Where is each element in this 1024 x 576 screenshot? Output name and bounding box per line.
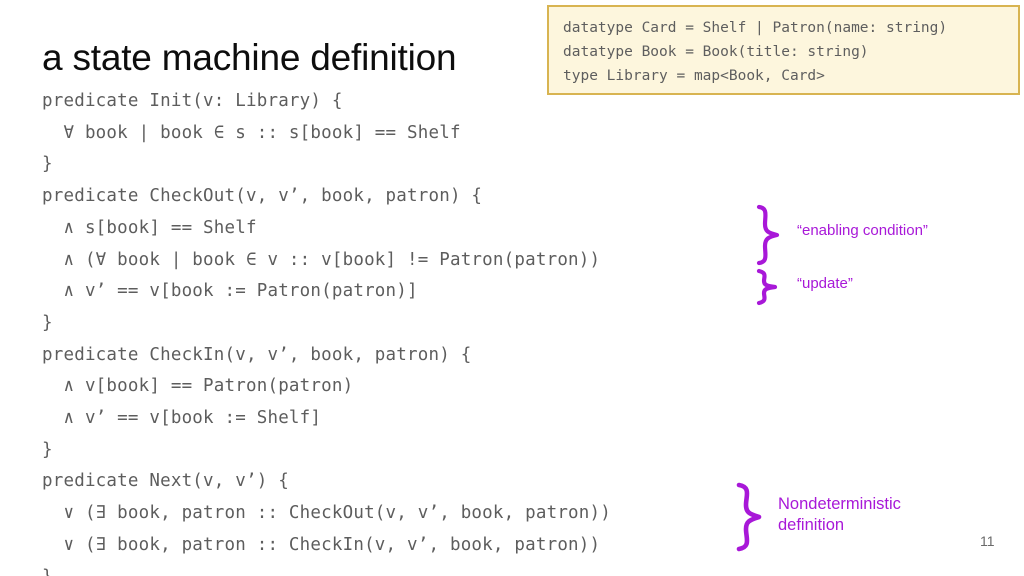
code-line: }: [42, 439, 53, 460]
code-line: }: [42, 312, 53, 333]
page-number: 11: [980, 533, 995, 549]
curly-brace-icon: [736, 482, 762, 552]
code-line: ∨ (∃ book, patron :: CheckOut(v, v’, boo…: [42, 503, 612, 524]
curly-brace-icon: [756, 268, 778, 306]
code-line: ∧ (∀ book | book ∈ v :: v[book] != Patro…: [42, 249, 601, 270]
typebox-line: type Library = map<Book, Card>: [563, 68, 825, 84]
code-line: ∧ v[book] == Patron(patron): [42, 376, 354, 397]
code-line: predicate Init(v: Library) {: [42, 91, 343, 111]
code-line: predicate Next(v, v’) {: [42, 471, 289, 492]
type-declaration-callout: datatype Card = Shelf | Patron(name: str…: [547, 5, 1020, 95]
code-line: ∨ (∃ book, patron :: CheckIn(v, v’, book…: [42, 534, 601, 555]
page-title: a state machine definition: [42, 37, 457, 78]
curly-brace-icon: [756, 204, 780, 266]
code-line: ∧ s[book] == Shelf: [42, 217, 257, 238]
code-line: ∧ v’ == v[book := Shelf]: [42, 408, 322, 429]
code-line: predicate CheckOut(v, v’, book, patron) …: [42, 186, 483, 207]
annotation-enabling-condition: “enabling condition”: [797, 222, 928, 239]
code-line: ∧ v’ == v[book := Patron(patron)]: [42, 281, 418, 302]
slide-canvas: a state machine definition datatype Card…: [0, 0, 1024, 576]
code-line: ∀ book | book ∈ s :: s[book] == Shelf: [42, 122, 461, 143]
annotation-update: “update”: [797, 275, 853, 292]
code-line: predicate CheckIn(v, v’, book, patron) {: [42, 344, 472, 365]
typebox-line: datatype Card = Shelf | Patron(name: str…: [563, 20, 948, 36]
code-listing: predicate Init(v: Library) { ∀ book | bo…: [42, 86, 742, 576]
code-line: }: [42, 562, 742, 576]
annotation-nondeterministic-definition: Nondeterministic definition: [778, 495, 901, 534]
typebox-line: datatype Book = Book(title: string): [563, 44, 869, 60]
code-line: }: [42, 154, 53, 175]
